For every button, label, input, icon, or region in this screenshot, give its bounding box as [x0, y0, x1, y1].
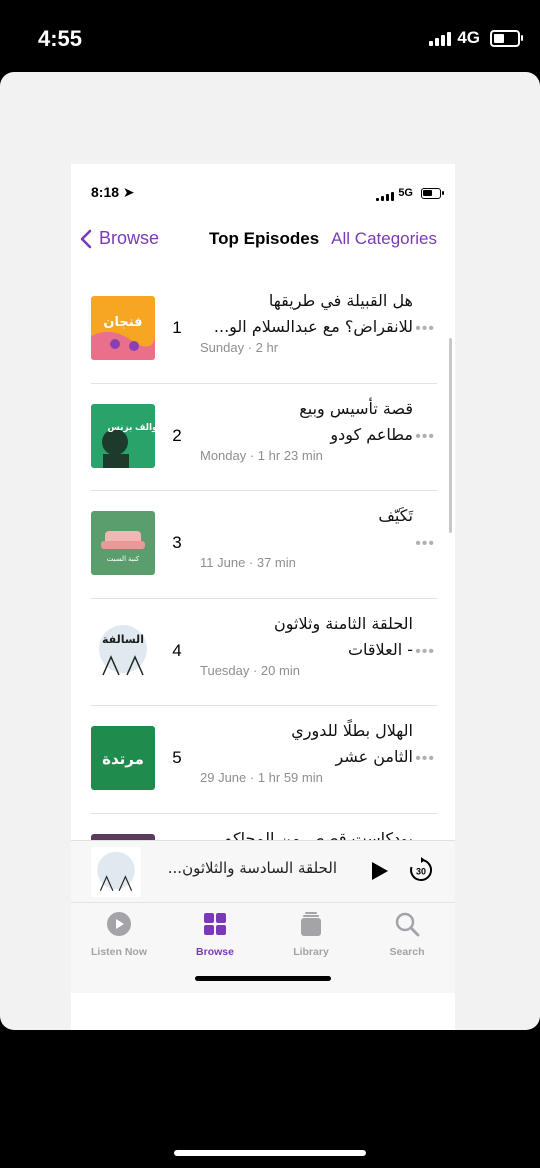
- episode-artwork: السالفة: [91, 618, 155, 683]
- chevron-left-icon: [80, 229, 92, 248]
- episode-row-4[interactable]: السالفة 4 الحلقة الثامنة وثلاثون - العلا…: [71, 599, 455, 706]
- episode-title: تَكَيّف: [378, 506, 413, 525]
- location-arrow-icon: ➤: [122, 184, 135, 200]
- tab-label: Browse: [196, 946, 234, 958]
- episode-row-1[interactable]: فنجان 1 هل القبيلة في طريقها للانقراض؟ م…: [71, 276, 455, 384]
- episode-list: فنجان 1 هل القبيلة في طريقها للانقراض؟ م…: [71, 276, 455, 846]
- episode-rank: 5: [172, 748, 182, 767]
- more-options-button[interactable]: •••: [415, 535, 435, 553]
- battery-icon: [490, 29, 523, 47]
- podcast-app-screen: 8:18 ➤ 5G Browse Top Episodes All Catego…: [71, 164, 455, 1030]
- page-title: Top Episodes: [209, 229, 320, 248]
- episode-title: الحلقة الثامنة وثلاثون - العلاقات: [274, 613, 413, 659]
- episode-title: هل القبيلة في طريقها للانقراض؟ مع عبدالس…: [213, 291, 413, 336]
- tab-listen-now[interactable]: Listen Now: [71, 911, 167, 960]
- episode-meta: Tuesday · 20 min: [200, 662, 300, 678]
- episode-title: الهلال بطلًا للدوري الثامن عشر: [291, 721, 413, 766]
- episode-rank: 4: [172, 640, 182, 660]
- episode-artwork: سوالف بزنس: [91, 403, 155, 468]
- episode-title: قصة تأسيس وبيع مطاعم كودو: [299, 398, 413, 444]
- episode-meta: 11 June · 37 min: [200, 555, 296, 570]
- network-label: 4G: [457, 28, 480, 47]
- screenshot-preview-sheet: 8:18 ➤ 5G Browse Top Episodes All Catego…: [0, 72, 540, 1030]
- episode-meta: Monday · 1 hr 23 min: [200, 447, 323, 463]
- episode-artwork: فنجان: [91, 296, 155, 360]
- episode-artwork: مرتدة: [91, 726, 155, 790]
- signal-icon: [376, 185, 395, 201]
- episode-rank: 3: [172, 533, 182, 552]
- library-stack-icon: [301, 912, 321, 936]
- more-options-button[interactable]: •••: [415, 320, 435, 338]
- episode-rank: 1: [172, 318, 182, 337]
- now-playing-artwork: [91, 847, 141, 897]
- back-label: Browse: [99, 228, 160, 248]
- episode-meta: 29 June · 1 hr 59 min: [200, 770, 323, 785]
- artwork-text: فنجان: [103, 314, 142, 329]
- more-options-button[interactable]: •••: [415, 428, 435, 446]
- now-playing-title: الحلقة السادسة والثلاثون...: [167, 859, 337, 877]
- play-circle-icon: [107, 912, 131, 936]
- inner-status-icons: 5G: [376, 185, 444, 201]
- mini-player[interactable]: الحلقة السادسة والثلاثون... 30: [71, 840, 455, 903]
- back-button[interactable]: Browse: [79, 228, 159, 249]
- signal-icon: [429, 30, 452, 46]
- outer-status-icons: 4G: [429, 28, 523, 48]
- episode-rank: 2: [172, 425, 182, 445]
- episode-artwork: كنبة السبت: [91, 511, 155, 575]
- more-options-button[interactable]: •••: [415, 643, 435, 661]
- skip-label: 30: [416, 867, 426, 877]
- artwork-text: كنبة السبت: [107, 555, 140, 563]
- battery-icon: [421, 187, 444, 199]
- navigation-bar: Browse Top Episodes All Categories: [71, 224, 455, 264]
- episode-row-5[interactable]: مرتدة 5 الهلال بطلًا للدوري الثامن عشر 2…: [71, 706, 455, 814]
- outer-home-indicator: [174, 1150, 366, 1156]
- artwork-text: سوالف بزنس: [107, 422, 155, 433]
- artwork-text: مرتدة: [102, 751, 144, 768]
- inner-home-indicator: [195, 976, 331, 981]
- magnifier-icon: [395, 912, 420, 937]
- grid-icon: [204, 913, 226, 935]
- play-button[interactable]: [367, 859, 391, 883]
- tab-label: Search: [389, 946, 425, 958]
- episode-row-2[interactable]: سوالف بزنس 2 قصة تأسيس وبيع مطاعم كودو M…: [71, 384, 455, 491]
- scrollbar[interactable]: [449, 338, 452, 533]
- artwork-text: السالفة: [102, 634, 144, 646]
- tab-label: Listen Now: [90, 946, 147, 958]
- episode-meta: Sunday · 2 hr: [200, 340, 279, 355]
- skip-forward-30-button[interactable]: 30: [407, 856, 435, 884]
- inner-status-bar: 8:18 ➤ 5G: [71, 164, 455, 204]
- outer-clock: 4:55: [38, 26, 83, 51]
- all-categories-button[interactable]: All Categories: [331, 229, 437, 249]
- episode-row-3[interactable]: كنبة السبت 3 تَكَيّف 11 June · 37 min ••…: [71, 491, 455, 599]
- tab-label: Library: [293, 946, 329, 958]
- tab-browse[interactable]: Browse: [167, 911, 263, 960]
- tab-library[interactable]: Library: [263, 911, 359, 960]
- outer-status-bar: 4:55 4G: [0, 0, 540, 72]
- inner-clock: 8:18 ➤: [91, 184, 135, 200]
- more-options-button[interactable]: •••: [415, 750, 435, 768]
- network-label: 5G: [398, 187, 413, 199]
- tab-search[interactable]: Search: [359, 911, 455, 960]
